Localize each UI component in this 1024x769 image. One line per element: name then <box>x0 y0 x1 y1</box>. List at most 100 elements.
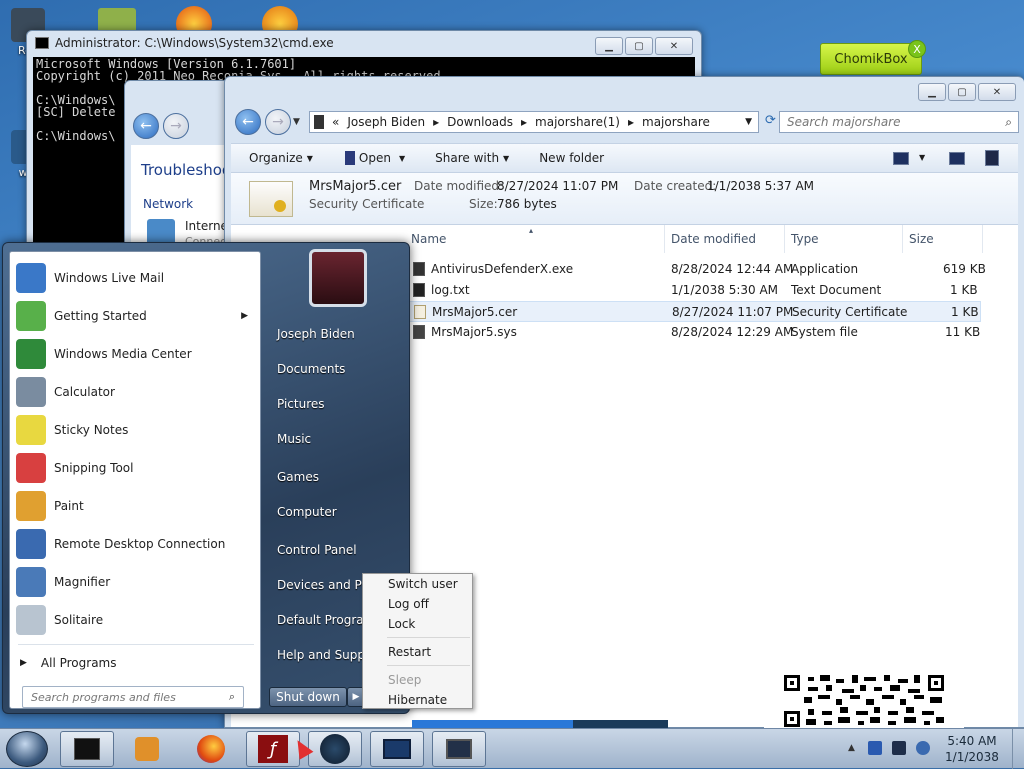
start-menu-program-item[interactable]: Snipping Tool <box>14 450 258 486</box>
tray-network-icon[interactable] <box>868 741 882 755</box>
breadcrumb-item[interactable]: Downloads <box>447 115 513 129</box>
start-menu-program-item[interactable]: Windows Media Center <box>14 336 258 372</box>
table-row[interactable]: MrsMajor5.sys 8/28/2024 12:29 AM System … <box>409 322 981 343</box>
program-icon <box>16 301 46 331</box>
search-placeholder: Search programs and files <box>31 690 176 704</box>
taskbar-window-button[interactable] <box>370 731 424 767</box>
minimize-button[interactable]: ▁ <box>918 83 946 101</box>
tray-monitor-icon[interactable] <box>892 741 906 755</box>
chomikbox-widget[interactable]: ChomikBox <box>820 43 922 75</box>
taskbar-cmd-button[interactable] <box>60 731 114 767</box>
taskbar-media-player-button[interactable] <box>120 731 174 767</box>
view-dropdown-icon[interactable]: ▼ <box>919 153 925 162</box>
menu-item-hibernate[interactable]: Hibernate <box>388 693 447 707</box>
column-header-type[interactable]: Type <box>787 225 903 253</box>
show-hidden-icons-icon[interactable]: ▲ <box>848 743 855 753</box>
start-menu-program-item[interactable]: Getting Started ▶ <box>14 298 258 334</box>
start-menu-program-item[interactable]: Paint <box>14 488 258 524</box>
search-programs-input[interactable]: Search programs and files ⌕ <box>22 686 244 708</box>
start-menu[interactable]: Windows Live Mail Getting Started ▶ Windows… <box>2 242 410 714</box>
minimize-button[interactable]: ▁ <box>595 37 623 55</box>
recent-pages-dropdown-icon[interactable]: ▼ <box>293 117 300 127</box>
forward-button[interactable]: → <box>265 109 291 135</box>
close-button[interactable]: ✕ <box>655 37 693 55</box>
menu-item-log-off[interactable]: Log off <box>388 597 429 611</box>
search-icon[interactable]: ⌕ <box>229 690 235 704</box>
start-menu-place-item[interactable]: Documents <box>277 362 345 376</box>
qr-code <box>764 673 964 729</box>
file-size: 11 KB <box>945 325 981 339</box>
show-desktop-button[interactable] <box>1012 729 1024 769</box>
menu-item-restart[interactable]: Restart <box>388 645 431 659</box>
breadcrumb-item[interactable]: Joseph Biden <box>347 115 425 129</box>
file-date: 1/1/2038 5:30 AM <box>671 283 779 297</box>
taskbar-steam-button[interactable] <box>308 731 362 767</box>
clock-date: 1/1/2038 <box>945 750 999 764</box>
system-clock[interactable]: 5:40 AM 1/1/2038 <box>940 733 1004 765</box>
taskbar-firefox-button[interactable] <box>184 731 238 767</box>
avatar[interactable] <box>309 249 367 307</box>
start-menu-place-item[interactable]: Joseph Biden <box>277 327 355 341</box>
start-menu-program-item[interactable]: Calculator <box>14 374 258 410</box>
start-menu-program-item[interactable]: Remote Desktop Connection <box>14 526 258 562</box>
menu-item-lock[interactable]: Lock <box>388 617 415 631</box>
forward-button[interactable]: → <box>163 113 189 139</box>
column-header-name[interactable]: Name ▴ <box>407 225 665 253</box>
menu-item-switch-user[interactable]: Switch user <box>388 577 458 591</box>
table-row[interactable]: AntivirusDefenderX.exe 8/28/2024 12:44 A… <box>409 259 986 280</box>
start-menu-place-item[interactable]: Music <box>277 432 311 446</box>
share-with-button[interactable]: Share with ▼ <box>435 151 509 165</box>
start-menu-program-item[interactable]: Solitaire <box>14 602 258 638</box>
column-header-size[interactable]: Size <box>905 225 983 253</box>
chevron-down-icon: ▼ <box>306 153 313 163</box>
maximize-button[interactable]: ▢ <box>948 83 976 101</box>
start-menu-place-item[interactable]: Computer <box>277 505 337 519</box>
start-menu-program-item[interactable]: Sticky Notes <box>14 412 258 448</box>
table-row[interactable]: log.txt 1/1/2038 5:30 AM Text Document 1… <box>409 280 981 301</box>
search-icon[interactable]: ⌕ <box>1005 115 1012 130</box>
help-icon[interactable] <box>985 150 999 166</box>
tray-volume-icon[interactable] <box>916 741 930 755</box>
chomikbox-close-icon[interactable]: X <box>908 40 926 58</box>
shutdown-options-menu[interactable]: Switch user Log off Lock Restart Sleep H… <box>362 573 473 709</box>
start-menu-program-item[interactable]: Magnifier <box>14 564 258 600</box>
start-menu-program-item[interactable]: Windows Live Mail <box>14 260 258 296</box>
back-button[interactable]: ← <box>235 109 261 135</box>
breadcrumb-separator-icon[interactable]: ▸ <box>628 115 634 129</box>
organize-button[interactable]: Organize ▼ <box>249 151 313 165</box>
table-row-selected[interactable]: MrsMajor5.cer 8/27/2024 11:07 PM Securit… <box>409 301 981 322</box>
column-header-label: Type <box>791 232 819 246</box>
breadcrumb-separator-icon[interactable]: ▸ <box>433 115 439 129</box>
shutdown-button[interactable]: Shut down <box>269 687 347 707</box>
back-button[interactable]: ← <box>133 113 159 139</box>
view-icon[interactable] <box>893 152 909 165</box>
search-input[interactable]: Search majorshare ⌕ <box>779 111 1019 133</box>
taskbar-flash-button[interactable]: ƒ <box>246 731 300 767</box>
open-button[interactable]: Open ▼ <box>344 151 405 165</box>
breadcrumb-item[interactable]: majorshare <box>642 115 710 129</box>
breadcrumb-item[interactable]: majorshare(1) <box>535 115 620 129</box>
taskbar-window-button[interactable] <box>432 731 486 767</box>
address-bar[interactable]: « Joseph Biden ▸ Downloads ▸ majorshare(1)… <box>309 111 759 133</box>
system-file-icon <box>413 325 425 339</box>
details-pane: MrsMajor5.cer Security Certificate Date … <box>231 173 1018 225</box>
progress-bar-fill <box>412 720 574 728</box>
network-category-link[interactable]: Network <box>143 197 193 211</box>
close-button[interactable]: ✕ <box>978 83 1016 101</box>
new-folder-button[interactable]: New folder <box>539 151 604 165</box>
sort-ascending-icon: ▴ <box>529 226 534 235</box>
firefox-icon <box>197 735 225 763</box>
preview-pane-icon[interactable] <box>949 152 965 165</box>
all-programs-button[interactable]: ▶ All Programs <box>20 656 117 670</box>
column-header-date[interactable]: Date modified <box>667 225 785 253</box>
submenu-arrow-icon[interactable]: ▶ <box>241 311 248 321</box>
maximize-button[interactable]: ▢ <box>625 37 653 55</box>
breadcrumb-separator-icon[interactable]: ▸ <box>521 115 527 129</box>
start-menu-place-item[interactable]: Control Panel <box>277 543 357 557</box>
program-label: Calculator <box>54 385 115 399</box>
start-menu-place-item[interactable]: Games <box>277 470 319 484</box>
column-header-label: Date modified <box>671 232 757 246</box>
start-menu-place-item[interactable]: Pictures <box>277 397 325 411</box>
address-dropdown-icon[interactable]: ▼ <box>745 117 752 127</box>
start-button[interactable] <box>6 731 48 767</box>
